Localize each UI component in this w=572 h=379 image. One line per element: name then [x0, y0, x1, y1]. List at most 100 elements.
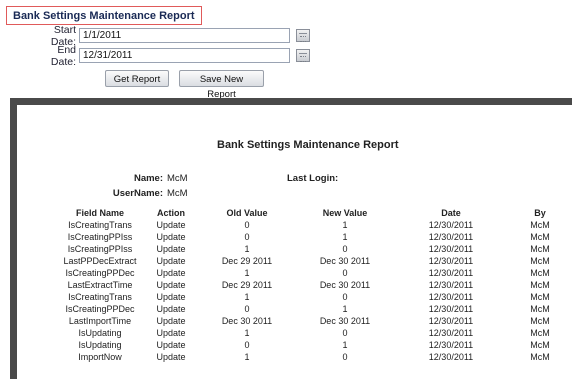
column-header: New Value	[322, 208, 368, 218]
table-row: LastPPDecExtract Update Dec 29 2011 Dec …	[57, 255, 572, 267]
end-date-label: End Date:	[50, 43, 76, 68]
table-cell: Update	[156, 256, 186, 266]
table-cell: Dec 30 2011	[319, 256, 371, 266]
table-cell: 1	[342, 304, 348, 314]
table-cell: 0	[342, 244, 348, 254]
table-cell: Dec 30 2011	[319, 316, 371, 326]
table-cell: 12/30/2011	[428, 316, 474, 326]
table-cell: Update	[156, 280, 186, 290]
table-cell: Update	[156, 292, 186, 302]
table-row: IsCreatingPPDec Update 1 0 12/30/2011 Mc…	[57, 267, 572, 279]
table-row: IsUpdating Update 1 0 12/30/2011 McM	[57, 327, 572, 339]
table-cell: McM	[530, 268, 550, 278]
table-cell: McM	[530, 256, 550, 266]
table-cell: 12/30/2011	[428, 268, 474, 278]
column-header: By	[534, 208, 546, 218]
get-report-button[interactable]: Get Report	[105, 70, 169, 87]
name-value: McM	[167, 173, 188, 184]
table-cell: Update	[156, 328, 186, 338]
table-cell: 0	[342, 292, 348, 302]
table-cell: McM	[530, 316, 550, 326]
table-cell: IsCreatingPPIss	[67, 232, 133, 242]
table-row: LastImportTime Update Dec 30 2011 Dec 30…	[57, 315, 572, 327]
table-cell: McM	[530, 292, 550, 302]
table-cell: IsCreatingTrans	[68, 220, 132, 230]
table-row: IsCreatingPPIss Update 0 1 12/30/2011 Mc…	[57, 231, 572, 243]
table-cell: McM	[530, 328, 550, 338]
table-cell: 12/30/2011	[428, 280, 474, 290]
table-cell: Update	[156, 268, 186, 278]
table-cell: ImportNow	[78, 352, 122, 362]
table-cell: 1	[244, 328, 250, 338]
table-cell: Update	[156, 340, 186, 350]
table-cell: 1	[244, 292, 250, 302]
table-cell: 12/30/2011	[428, 256, 474, 266]
name-label: Name:	[133, 173, 163, 184]
table-cell: Dec 30 2011	[319, 280, 371, 290]
table-cell: Dec 29 2011	[221, 256, 273, 266]
last-login-label: Last Login:	[287, 173, 339, 184]
table-cell: McM	[530, 340, 550, 350]
page-title: Bank Settings Maintenance Report	[6, 6, 202, 25]
table-cell: IsUpdating	[78, 340, 122, 350]
table-row: ImportNow Update 1 0 12/30/2011 McM	[57, 351, 572, 363]
table-cell: LastExtractTime	[67, 280, 133, 290]
table-cell: 12/30/2011	[428, 244, 474, 254]
table-cell: 1	[244, 268, 250, 278]
table-cell: Update	[156, 220, 186, 230]
table-cell: 1	[342, 340, 348, 350]
report-title: Bank Settings Maintenance Report	[217, 139, 399, 151]
table-cell: McM	[530, 244, 550, 254]
end-date-input[interactable]	[79, 48, 290, 63]
table-cell: 1	[244, 244, 250, 254]
table-cell: 12/30/2011	[428, 292, 474, 302]
column-header: Action	[157, 208, 185, 218]
table-cell: Update	[156, 232, 186, 242]
table-cell: McM	[530, 352, 550, 362]
table-cell: IsCreatingTrans	[68, 292, 132, 302]
table-cell: McM	[530, 280, 550, 290]
table-row: IsCreatingTrans Update 0 1 12/30/2011 Mc…	[57, 219, 572, 231]
last-login-field: Last Login:	[287, 173, 338, 184]
table-cell: 0	[342, 268, 348, 278]
calendar-icon[interactable]	[296, 29, 310, 42]
table-cell: Dec 29 2011	[221, 280, 273, 290]
page: Bank Settings Maintenance Report Start D…	[0, 0, 572, 379]
table-cell: 0	[342, 352, 348, 362]
table-cell: Update	[156, 244, 186, 254]
column-header: Old Value	[226, 208, 268, 218]
table-cell: Update	[156, 352, 186, 362]
table-cell: IsUpdating	[78, 328, 122, 338]
table-cell: McM	[530, 232, 550, 242]
table-cell: 12/30/2011	[428, 220, 474, 230]
table-cell: IsCreatingPPIss	[67, 244, 133, 254]
table-cell: 1	[342, 232, 348, 242]
table-cell: Dec 30 2011	[221, 316, 273, 326]
table-cell: 0	[342, 328, 348, 338]
report-table: Field Name Action Old Value New Value Da…	[57, 207, 572, 363]
table-cell: 12/30/2011	[428, 340, 474, 350]
table-cell: 0	[244, 340, 250, 350]
table-cell: 12/30/2011	[428, 328, 474, 338]
username-field: UserName:	[97, 188, 163, 199]
table-cell: Update	[156, 316, 186, 326]
end-date-row: End Date:	[30, 44, 76, 68]
table-cell: 1	[244, 352, 250, 362]
save-new-report-button[interactable]: Save New Report	[179, 70, 264, 100]
table-row: LastExtractTime Update Dec 29 2011 Dec 3…	[57, 279, 572, 291]
column-header: Date	[441, 208, 461, 218]
table-row: IsCreatingPPDec Update 0 1 12/30/2011 Mc…	[57, 303, 572, 315]
calendar-icon[interactable]	[296, 49, 310, 62]
name-field: Name:	[107, 173, 163, 184]
table-cell: LastImportTime	[68, 316, 132, 326]
table-cell: 0	[244, 304, 250, 314]
table-cell: 0	[244, 220, 250, 230]
table-cell: McM	[530, 220, 550, 230]
column-header: Field Name	[75, 208, 124, 218]
table-cell: 0	[244, 232, 250, 242]
table-row: IsCreatingPPIss Update 1 0 12/30/2011 Mc…	[57, 243, 572, 255]
username-value: McM	[167, 188, 188, 199]
username-label: UserName:	[112, 188, 163, 199]
table-cell: McM	[530, 304, 550, 314]
start-date-input[interactable]	[79, 28, 290, 43]
